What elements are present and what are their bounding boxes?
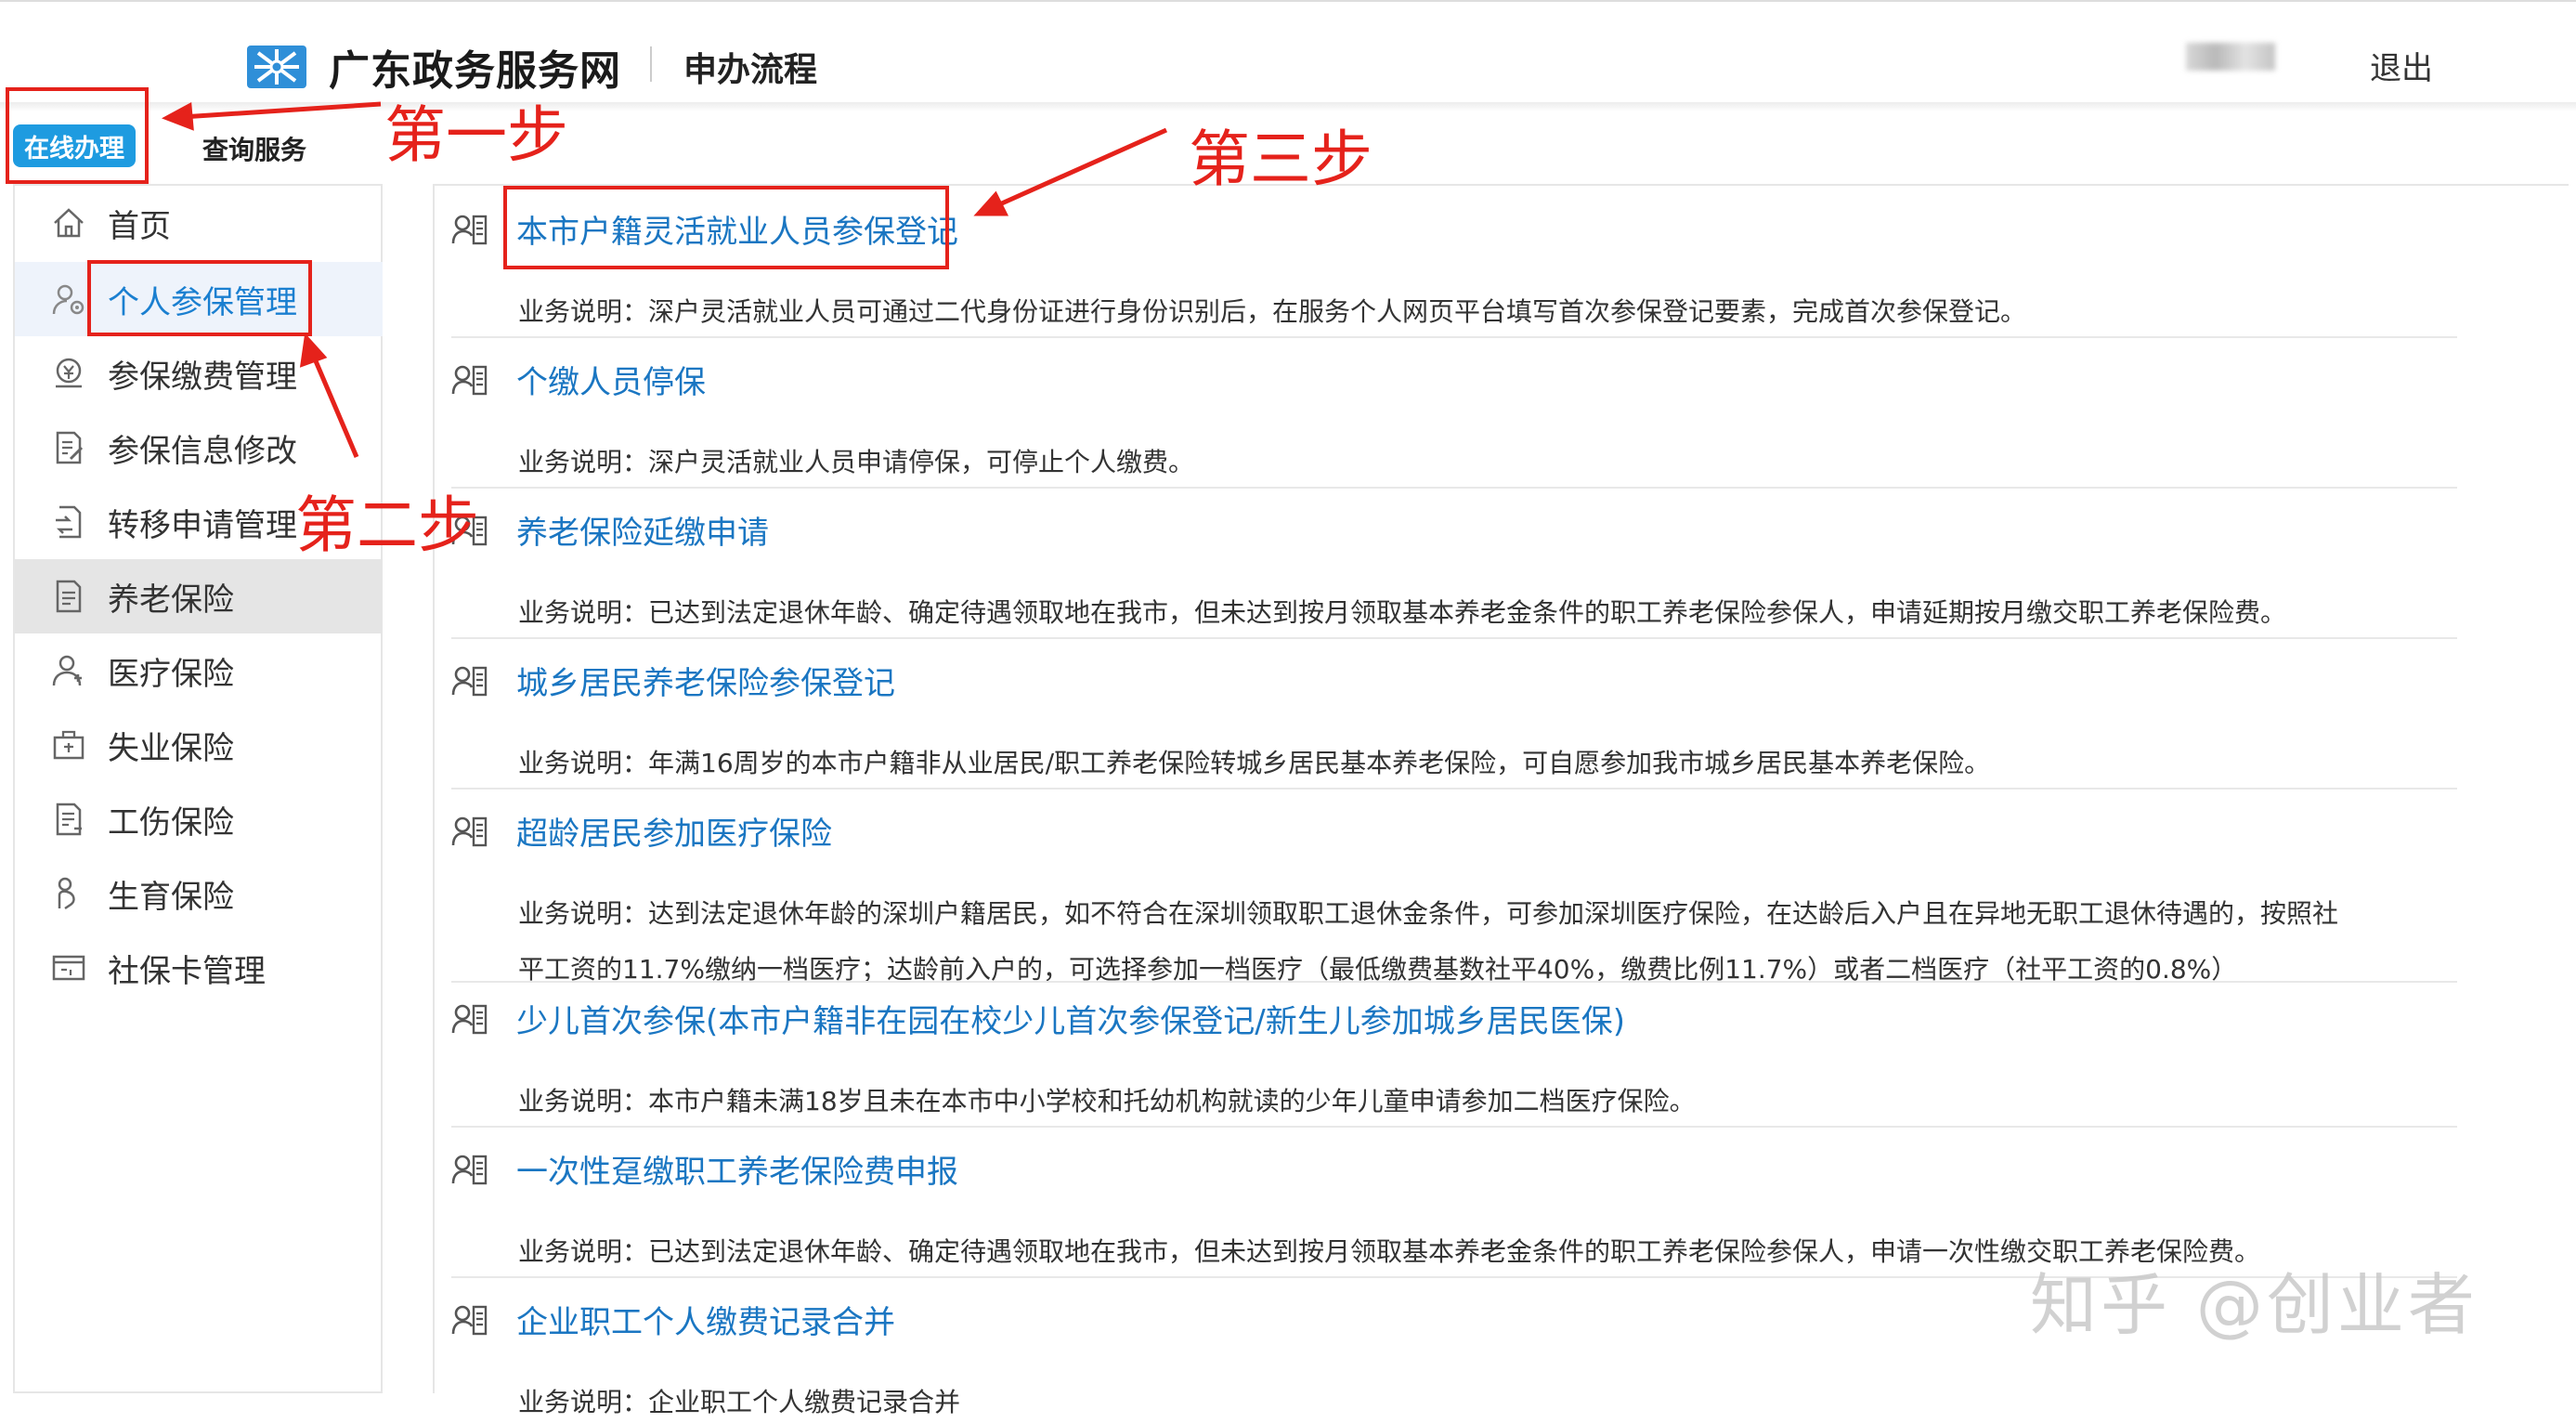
annotation-arrows: [162, 101, 1168, 458]
arrow-step2: [311, 356, 359, 458]
watermark: 知乎 @创业者: [2030, 1266, 2478, 1344]
arrow-step1-head: [162, 101, 194, 131]
arrow-step2-head: [299, 333, 328, 368]
arrow-step1: [181, 101, 382, 120]
arrow-step3-head: [973, 190, 1009, 216]
arrow-step3: [994, 127, 1168, 209]
